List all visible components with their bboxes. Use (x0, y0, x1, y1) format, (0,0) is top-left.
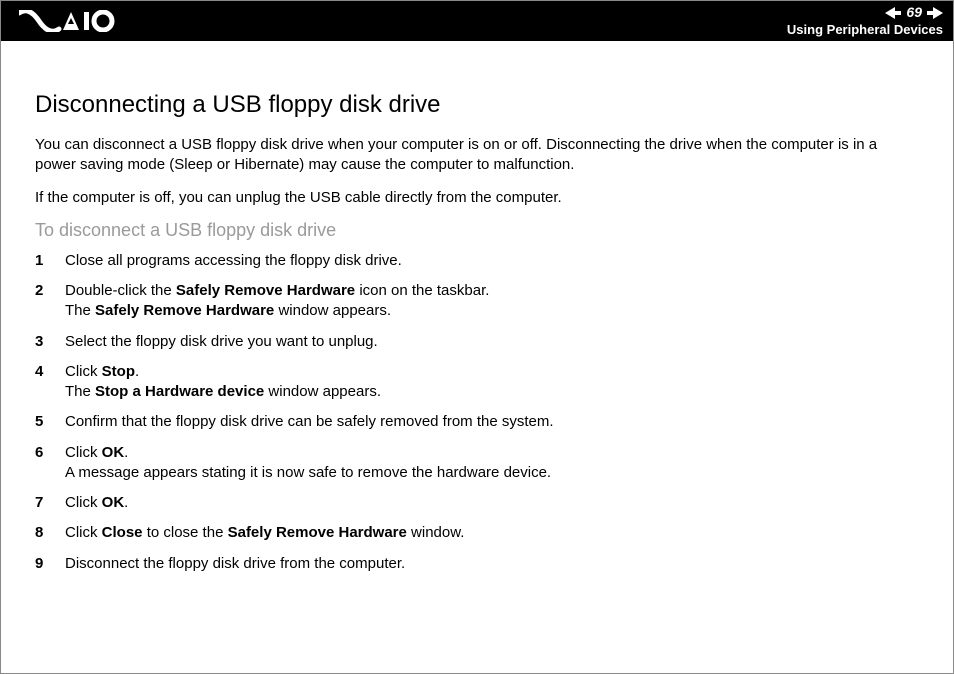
bold-term: Stop a Hardware device (95, 383, 264, 400)
intro-paragraph-1: You can disconnect a USB floppy disk dri… (35, 135, 919, 176)
content-area: Disconnecting a USB floppy disk drive Yo… (1, 41, 953, 574)
step-item: 9Disconnect the floppy disk drive from t… (35, 554, 919, 574)
text-run: to close the (143, 524, 228, 541)
step-number: 8 (35, 523, 65, 543)
text-run: . (135, 363, 139, 380)
step-number: 1 (35, 251, 65, 271)
text-run: Confirm that the floppy disk drive can b… (65, 413, 554, 430)
step-item: 2Double-click the Safely Remove Hardware… (35, 281, 919, 322)
step-item: 7Click OK. (35, 493, 919, 513)
steps-list: 1Close all programs accessing the floppy… (35, 251, 919, 574)
page-title: Disconnecting a USB floppy disk drive (35, 91, 919, 119)
step-text: Click OK. A message appears stating it is… (65, 443, 919, 484)
text-run: Double-click the (65, 282, 176, 299)
bold-term: OK (102, 494, 125, 511)
bold-term: Safely Remove Hardware (228, 524, 407, 541)
text-run: Close all programs accessing the floppy … (65, 252, 402, 269)
text-run: window appears. (264, 383, 381, 400)
step-number: 4 (35, 362, 65, 382)
header-right: 69 Using Peripheral Devices (787, 4, 943, 37)
step-number: 3 (35, 332, 65, 352)
step-text: Click Close to close the Safely Remove H… (65, 523, 919, 543)
page-nav: 69 (787, 4, 943, 21)
step-text: Confirm that the floppy disk drive can b… (65, 412, 919, 432)
text-run: Click (65, 494, 102, 511)
step-number: 2 (35, 281, 65, 301)
text-run: Click (65, 524, 102, 541)
step-text: Click Stop. The Stop a Hardware device wi… (65, 362, 919, 403)
step-text: Click OK. (65, 493, 919, 513)
text-run: The (65, 302, 95, 319)
step-item: 3Select the floppy disk drive you want t… (35, 332, 919, 352)
step-number: 7 (35, 493, 65, 513)
text-run: A message appears stating it is now safe… (65, 464, 551, 481)
step-text: Disconnect the floppy disk drive from th… (65, 554, 919, 574)
text-run: The (65, 383, 95, 400)
step-number: 9 (35, 554, 65, 574)
intro-paragraph-2: If the computer is off, you can unplug t… (35, 188, 919, 208)
text-run: . (124, 444, 128, 461)
bold-term: Safely Remove Hardware (176, 282, 355, 299)
text-run: window. (407, 524, 465, 541)
step-number: 5 (35, 412, 65, 432)
bold-term: Safely Remove Hardware (95, 302, 274, 319)
step-item: 6Click OK. A message appears stating it i… (35, 443, 919, 484)
text-run: Disconnect the floppy disk drive from th… (65, 555, 405, 572)
next-page-arrow-icon[interactable] (927, 7, 943, 19)
step-text: Close all programs accessing the floppy … (65, 251, 919, 271)
text-run: icon on the taskbar. (355, 282, 489, 299)
header-bar: 69 Using Peripheral Devices (1, 1, 953, 41)
step-text: Double-click the Safely Remove Hardware … (65, 281, 919, 322)
step-text: Select the floppy disk drive you want to… (65, 332, 919, 352)
step-item: 4Click Stop. The Stop a Hardware device w… (35, 362, 919, 403)
text-run: Click (65, 363, 102, 380)
text-run: Select the floppy disk drive you want to… (65, 333, 378, 350)
bold-term: OK (102, 444, 125, 461)
step-item: 1Close all programs accessing the floppy… (35, 251, 919, 271)
vaio-logo (19, 10, 115, 32)
text-run: Click (65, 444, 102, 461)
document-page: 69 Using Peripheral Devices Disconnectin… (0, 0, 954, 674)
step-item: 8Click Close to close the Safely Remove … (35, 523, 919, 543)
vaio-logo-svg (19, 10, 115, 32)
page-number: 69 (903, 4, 925, 21)
step-number: 6 (35, 443, 65, 463)
prev-page-arrow-icon[interactable] (885, 7, 901, 19)
text-run: . (124, 494, 128, 511)
procedure-subheading: To disconnect a USB floppy disk drive (35, 220, 919, 241)
bold-term: Close (102, 524, 143, 541)
text-run: window appears. (274, 302, 391, 319)
step-item: 5Confirm that the floppy disk drive can … (35, 412, 919, 432)
section-name: Using Peripheral Devices (787, 22, 943, 38)
bold-term: Stop (102, 363, 135, 380)
